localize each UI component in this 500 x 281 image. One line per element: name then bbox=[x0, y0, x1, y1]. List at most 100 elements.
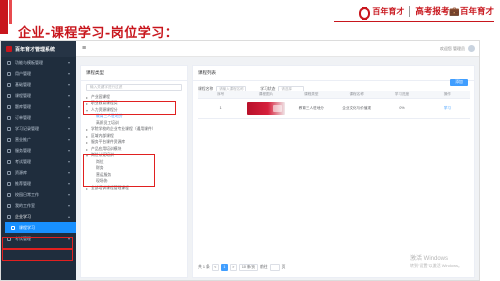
table-row: 1 教育三人驻地分 企业文化与价值观 0% 学习 bbox=[198, 98, 470, 119]
sidebar-item[interactable]: 订单管理 ▾ bbox=[1, 112, 76, 123]
avatar[interactable] bbox=[468, 45, 475, 52]
goto-label: 前往 bbox=[260, 265, 268, 269]
chevron-down-icon: ▾ bbox=[67, 114, 70, 120]
menu-icon bbox=[7, 159, 11, 164]
sidebar-item[interactable]: 题库管理 ▾ bbox=[1, 101, 76, 112]
tree-node-label: 服务平台课件资源库 bbox=[91, 140, 126, 145]
menu-icon bbox=[7, 170, 11, 175]
sidebar-item-label: 学习记录管理 bbox=[15, 125, 39, 131]
sidebar-item[interactable]: 学习记录管理 ▾ bbox=[1, 123, 76, 134]
sidebar-item-label: 校园日常工作 bbox=[15, 191, 39, 197]
sidebar-item-label: 营业推广 bbox=[15, 136, 31, 142]
sidebar: 百年育才管理系统 功能与模板管理 ▾ 用户管理 ▾ 基础管理 ▾ 课程管理 ▾ 题库管理… bbox=[1, 41, 76, 280]
brand-header: 百年育才 高考报考💼百年育才 bbox=[359, 4, 494, 20]
study-link[interactable]: 学习 bbox=[444, 106, 451, 110]
chevron-down-icon: ▾ bbox=[67, 125, 70, 131]
course-list-title: 课程列表 bbox=[193, 66, 474, 81]
sidebar-header: 百年育才管理系统 bbox=[1, 41, 76, 57]
next-page-button[interactable]: > bbox=[229, 264, 237, 271]
page-unit-label: 页 bbox=[281, 265, 286, 269]
sidebar-item-label: 订单管理 bbox=[15, 114, 31, 120]
sidebar-item-course-learning[interactable]: 课程学习 bbox=[5, 222, 76, 233]
menu-toggle-icon[interactable]: ≡ bbox=[82, 45, 92, 52]
sidebar-item[interactable]: 功能与模板管理 ▾ bbox=[1, 57, 76, 68]
menu-icon bbox=[7, 71, 11, 76]
course-cover-image[interactable] bbox=[246, 101, 285, 115]
chevron-up-icon: ▴ bbox=[67, 213, 70, 219]
tree-node-label: 产业园课程 bbox=[91, 94, 110, 99]
highlight-box-post-training bbox=[83, 154, 155, 187]
sidebar-item[interactable]: 考试管理 ▾ bbox=[1, 156, 76, 167]
brand-divider bbox=[409, 5, 411, 17]
menu-icon bbox=[7, 82, 11, 87]
brand-name: 百年育才 bbox=[372, 6, 405, 16]
tree-node-label: 高质员工培训 bbox=[96, 120, 119, 125]
menu-icon bbox=[11, 225, 15, 230]
menu-icon bbox=[7, 104, 11, 109]
chevron-down-icon: ▾ bbox=[67, 59, 70, 65]
sidebar-item-label: 题库管理 bbox=[15, 103, 31, 109]
sidebar-item[interactable]: 服务管理 ▾ bbox=[1, 145, 76, 156]
row-index: 1 bbox=[198, 98, 244, 119]
page-size-select[interactable]: 10 条/页 bbox=[238, 264, 259, 271]
chevron-down-icon: ▾ bbox=[67, 103, 70, 109]
sidebar-item[interactable]: 我的工作室 ▾ bbox=[1, 200, 76, 211]
tree-node-label: 学院学校的企业专业课程（通用课件） bbox=[91, 127, 156, 132]
slide: 企业-课程学习-岗位学习： 百年育才 高考报考💼百年育才 百年育才管理系统 功能… bbox=[0, 0, 500, 281]
watermark-line-1: 激活 Windows bbox=[409, 256, 448, 262]
prev-page-button[interactable]: < bbox=[211, 264, 219, 271]
total-count: 共 1 条 bbox=[198, 265, 210, 269]
course-type-cell: 教育三人驻地分 bbox=[288, 98, 334, 119]
menu-icon bbox=[7, 214, 11, 219]
course-name-cell: 企业文化与价值观 bbox=[333, 98, 380, 119]
chevron-down-icon: ▾ bbox=[67, 92, 70, 98]
page-number-button[interactable]: 1 bbox=[220, 264, 228, 271]
user-greeting: 欢迎您 管理员 bbox=[439, 45, 465, 51]
column-header: 课程图片 bbox=[243, 91, 289, 99]
course-type-title: 课程类型 bbox=[81, 66, 187, 81]
main-area: ≡ 欢迎您 管理员 课程类型 输入关键字进行过滤 ▸ 产业园课程 ▸ 职业教育课程类… bbox=[76, 41, 479, 280]
slide-title: 企业-课程学习-岗位学习： bbox=[18, 26, 179, 41]
sidebar-item[interactable]: 基础管理 ▾ bbox=[1, 79, 76, 90]
sidebar-item[interactable]: 营业推广 ▾ bbox=[1, 134, 76, 145]
sidebar-item-label: 企业学习 bbox=[15, 213, 31, 219]
sidebar-item[interactable]: 资源库 ▾ bbox=[1, 167, 76, 178]
chevron-down-icon: ▾ bbox=[67, 136, 70, 142]
sidebar-item-label: 功能与模板管理 bbox=[15, 59, 43, 65]
sidebar-item[interactable]: 推荐管理 ▾ bbox=[1, 178, 76, 189]
tree-filter-input[interactable]: 输入关键字进行过滤 bbox=[86, 84, 182, 91]
highlight-box-course-learning bbox=[2, 249, 73, 261]
sidebar-item-label: 课程学习 bbox=[19, 224, 35, 230]
progress-cell: 0% bbox=[379, 98, 425, 119]
course-type-panel: 课程类型 输入关键字进行过滤 ▸ 产业园课程 ▸ 职业教育课程类 ▾ 人力资源课程分 … bbox=[80, 65, 188, 278]
tree-node-label: 产品应用培训模块 bbox=[91, 146, 122, 151]
menu-icon bbox=[7, 203, 11, 208]
sidebar-item[interactable]: 校园日常工作 ▾ bbox=[1, 189, 76, 200]
column-header: 序号 bbox=[198, 91, 244, 99]
chevron-down-icon: ▾ bbox=[67, 70, 70, 76]
sidebar-item-enterprise-learning[interactable]: 企业学习 ▴ bbox=[1, 211, 76, 222]
top-bar: ≡ 欢迎您 管理员 bbox=[76, 41, 479, 57]
course-list-panel: 课程列表 课程名称 请输入课程名称 学习状态 请选择 添加 序号 课程图片 课程… bbox=[192, 65, 475, 278]
embedded-screenshot: 百年育才管理系统 功能与模板管理 ▾ 用户管理 ▾ 基础管理 ▾ 课程管理 ▾ 题库管理… bbox=[0, 40, 480, 281]
column-header: 课程类型 bbox=[288, 91, 334, 99]
highlight-box-hr-courses bbox=[83, 101, 176, 115]
menu-icon bbox=[7, 181, 11, 186]
sidebar-item[interactable]: 用户管理 ▾ bbox=[1, 68, 76, 79]
column-header: 学习进度 bbox=[379, 91, 425, 99]
sidebar-item-label: 推荐管理 bbox=[15, 180, 31, 186]
chevron-down-icon: ▾ bbox=[67, 191, 70, 197]
chevron-down-icon: ▾ bbox=[67, 158, 70, 164]
sidebar-item-label: 考试管理 bbox=[15, 158, 31, 164]
menu-icon bbox=[7, 137, 11, 142]
slide-corner-decoration bbox=[0, 0, 14, 34]
goto-page-input[interactable] bbox=[269, 264, 280, 271]
column-header: 操作 bbox=[424, 91, 470, 99]
chevron-down-icon: ▾ bbox=[67, 202, 70, 208]
tree-node-label: 教育三人驻地分 bbox=[96, 114, 123, 119]
sidebar-item[interactable]: 课程管理 ▾ bbox=[1, 90, 76, 101]
menu-icon bbox=[7, 93, 11, 98]
tree-node-label: 区域内部课程 bbox=[91, 133, 114, 138]
add-button[interactable]: 添加 bbox=[450, 79, 468, 86]
brand-slogan: 高考报考💼百年育才 bbox=[415, 6, 494, 16]
